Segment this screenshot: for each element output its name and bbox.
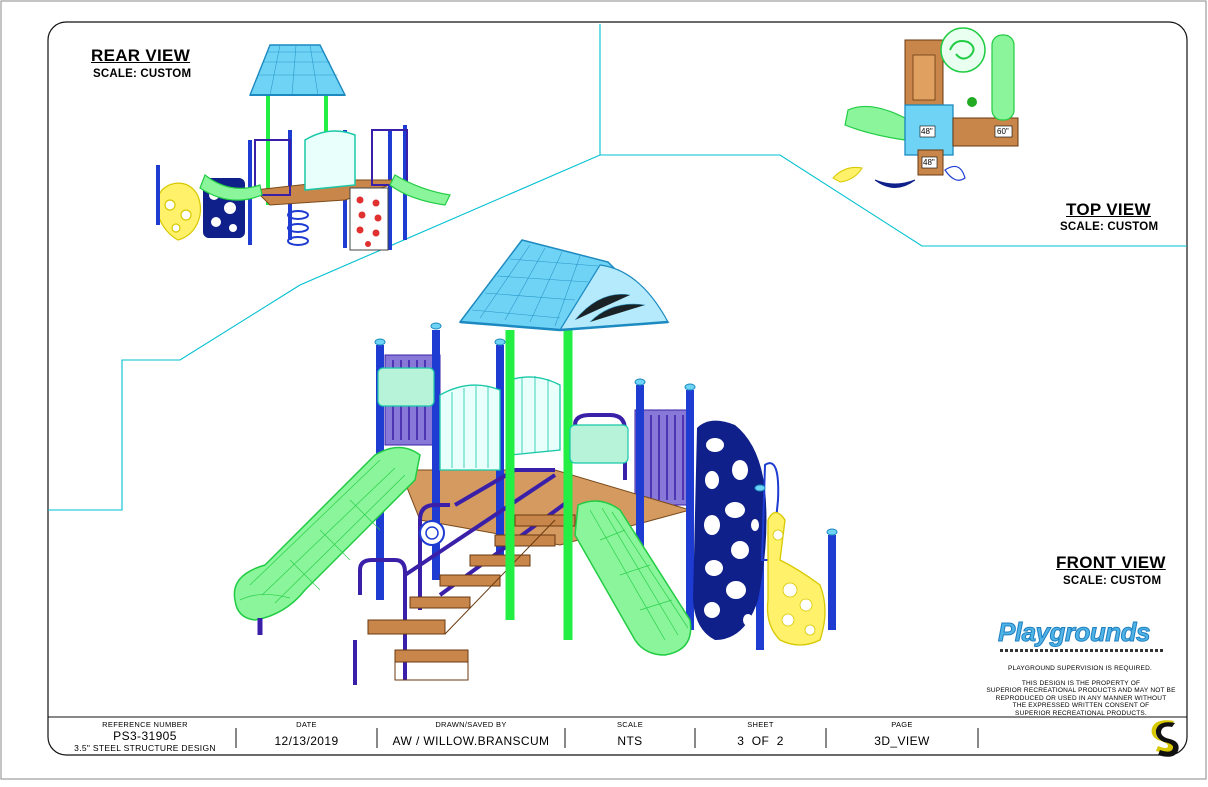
sheet-label: SHEET	[747, 720, 774, 729]
top-swirl-panel	[940, 27, 986, 73]
top-deck-strip-inner	[912, 54, 936, 101]
front-crawl-panel-left	[377, 367, 435, 407]
page-value: 3D_VIEW	[874, 734, 930, 748]
property-note: THIS DESIGN IS THE PROPERTY OF SUPERIOR …	[985, 680, 1177, 717]
supervision-note: PLAYGROUND SUPERVISION IS REQUIRED.	[1007, 665, 1152, 672]
front-view-scale: SCALE: CUSTOM	[1063, 575, 1162, 587]
deck-height-label: 48"	[921, 127, 933, 136]
scale-label: SCALE	[616, 720, 644, 729]
drawn-by-label: DRAWN/SAVED BY	[435, 720, 507, 729]
deck-height-label: 60"	[997, 127, 1009, 136]
property-note-line: THIS DESIGN IS THE PROPERTY OF	[1021, 680, 1141, 687]
playgrounds-logo: Playgrounds	[998, 617, 1151, 648]
top-slide-right	[991, 34, 1015, 121]
front-crawl-panel-right	[569, 424, 629, 464]
property-note-line: THE EXPRESSED WRITTEN CONSENT OF	[1012, 702, 1150, 710]
front-view-title: FRONT VIEW	[1056, 553, 1166, 572]
drawn-by-value: AW / WILLOW.BRANSCUM	[392, 734, 550, 748]
property-note-line: SUPERIOR RECREATIONAL PRODUCTS AND MAY N…	[986, 687, 1176, 695]
top-view-scale: SCALE: CUSTOM	[1060, 221, 1159, 233]
top-green-dot	[967, 97, 977, 107]
rear-view-title: REAR VIEW	[91, 46, 191, 65]
rear-white-panel	[304, 130, 356, 191]
page-label: PAGE	[891, 720, 913, 729]
logo-tagline-line	[1000, 649, 1163, 652]
rear-rock-wall	[349, 187, 389, 251]
drawing-sheet: REAR VIEW SCALE: CUSTOM TOP VIEW SCALE: …	[0, 0, 1208, 782]
top-view-title: TOP VIEW	[1066, 200, 1151, 219]
date-label: DATE	[296, 720, 317, 729]
sheet-value: 3 OF 2	[737, 734, 784, 748]
rear-view-scale: SCALE: CUSTOM	[93, 68, 192, 80]
reference-number-label: REFERENCE NUMBER	[102, 720, 188, 729]
reference-number: PS3-31905	[113, 729, 177, 743]
property-note-line: REPRODUCED OR USED IN ANY MANNER WITHOUT	[995, 694, 1167, 702]
date-value: 12/13/2019	[274, 734, 339, 748]
property-note-line: SUPERIOR RECREATIONAL PRODUCTS.	[1015, 709, 1147, 717]
deck-height-label: 48"	[923, 158, 935, 167]
front-spinner-wheel	[419, 520, 445, 546]
front-white-panel-left	[439, 384, 501, 471]
reference-description: 3.5" STEEL STRUCTURE DESIGN	[74, 743, 216, 753]
scale-value: NTS	[617, 734, 643, 748]
sheet-border	[0, 0, 1207, 780]
